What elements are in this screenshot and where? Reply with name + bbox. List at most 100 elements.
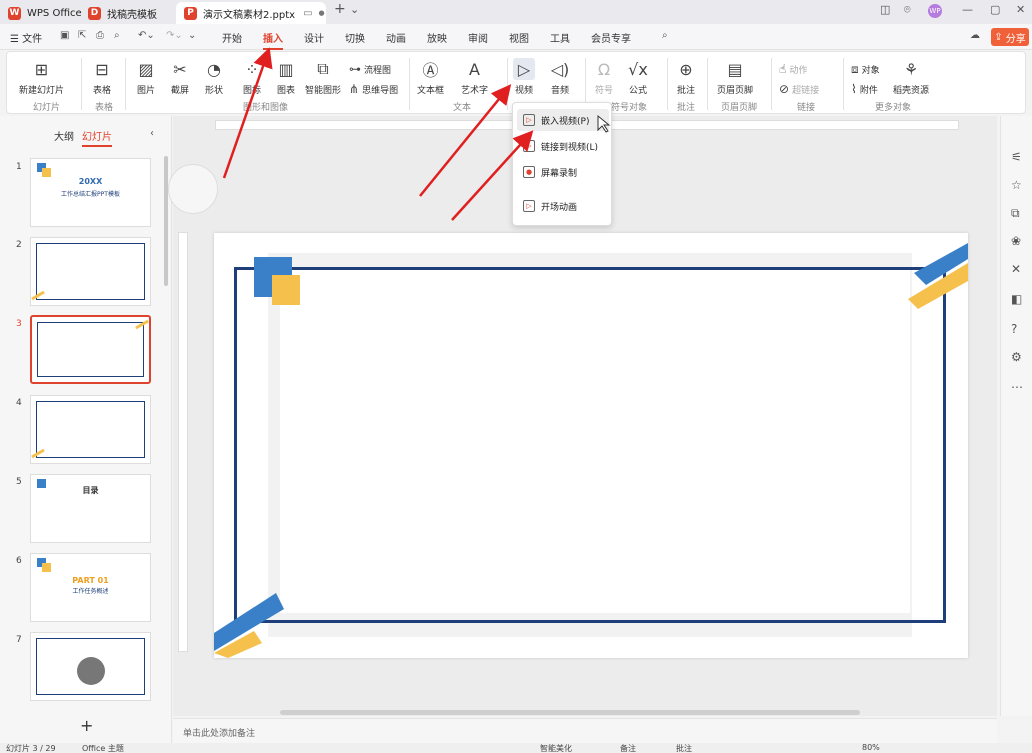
chart-button[interactable]: ▥ 图表 — [275, 58, 297, 97]
skin-icon[interactable]: ⌾ — [904, 3, 911, 17]
smart-art-icon: ⧉ — [317, 59, 329, 78]
embed-video-label: 嵌入视频(P) — [541, 116, 590, 127]
chevron-down-icon[interactable]: ⌄ — [350, 3, 359, 16]
slide-canvas[interactable] — [214, 233, 968, 658]
close-icon[interactable]: ✕ — [1016, 3, 1025, 16]
theme-name[interactable]: Office 主题 — [82, 743, 124, 753]
picture-button[interactable]: ▨ 图片 — [135, 58, 157, 97]
layout-panel-icon[interactable]: ◧ — [1011, 292, 1022, 306]
save-icon[interactable]: ▣ — [60, 30, 69, 41]
header-footer-label: 页眉页脚 — [717, 86, 754, 96]
print-icon[interactable]: ⎙ — [96, 30, 104, 41]
object-button[interactable]: ⧈ 对象 — [851, 62, 880, 77]
horizontal-scrollbar[interactable] — [280, 710, 860, 715]
shape-button[interactable]: ◔ 形状 — [203, 58, 225, 97]
action-button[interactable]: ☝ 动作 — [779, 62, 807, 76]
header-footer-button[interactable]: ▤ 页眉页脚 — [717, 58, 754, 97]
slide-thumbnail-selected[interactable] — [30, 315, 151, 384]
zoom-level[interactable]: 80% — [862, 743, 880, 752]
maximize-icon[interactable]: ▢ — [990, 3, 1000, 16]
help-icon[interactable]: ? — [1011, 322, 1017, 336]
menu-view[interactable]: 视图 — [509, 30, 529, 45]
robot-icon[interactable]: ⚙ — [1011, 350, 1022, 364]
menu-tools[interactable]: 工具 — [550, 30, 570, 45]
flowchart-button[interactable]: ⊶ 流程图 — [349, 62, 391, 76]
slide-thumbnail[interactable]: PART 01 工作任务概述 — [30, 553, 151, 622]
video-label: 视频 — [514, 86, 533, 96]
star-icon[interactable]: ☆ — [1011, 178, 1022, 192]
video-dropdown-menu: ▷ 嵌入视频(P) ▷ 链接到视频(L) ● 屏幕录制 ▷ 开场动画 — [512, 102, 612, 226]
new-slide-button[interactable]: ⊞ 新建幻灯片 — [19, 58, 65, 97]
file-menu[interactable]: ☰ 文件 — [10, 30, 42, 45]
menu-design[interactable]: 设计 — [304, 30, 324, 45]
divider — [409, 58, 410, 110]
slide-thumbnail[interactable] — [30, 237, 151, 306]
scrollbar[interactable] — [164, 156, 168, 286]
undo-icon[interactable]: ↶⌄ — [138, 30, 155, 41]
menu-animation[interactable]: 动画 — [386, 30, 406, 45]
new-tab-button[interactable]: + — [334, 1, 346, 17]
layout-icon[interactable]: ◫ — [880, 3, 890, 16]
screen-record-item[interactable]: ● 屏幕录制 — [517, 161, 609, 183]
link-video-item[interactable]: ▷ 链接到视频(L) — [517, 135, 609, 157]
symbol-button[interactable]: Ω 符号 — [593, 58, 615, 97]
minimize-icon[interactable]: — — [962, 3, 973, 16]
window-icon[interactable]: ▭ — [303, 8, 312, 19]
slide-number: 3 — [16, 319, 22, 329]
smart-beautify-button[interactable]: 智能美化 — [540, 743, 572, 753]
embed-video-item[interactable]: ▷ 嵌入视频(P) — [517, 109, 609, 131]
icon-button[interactable]: ⁘ 图标 — [241, 58, 263, 97]
add-slide-button[interactable]: + — [80, 716, 93, 735]
smart-art-button[interactable]: ⧉ 智能图形 — [305, 58, 341, 96]
slide-thumbnail[interactable] — [30, 395, 151, 464]
tab-wps-office[interactable]: W WPS Office — [8, 2, 82, 24]
collapse-panel-icon[interactable]: ‹ — [150, 128, 154, 139]
tab-slides[interactable]: 幻灯片 — [82, 128, 112, 147]
share-button[interactable]: ⇪ 分享 — [991, 28, 1029, 46]
menu-review[interactable]: 审阅 — [468, 30, 488, 45]
redo-icon[interactable]: ↷⌄ — [166, 30, 183, 41]
video-button[interactable]: ▷ 视频 — [513, 58, 535, 96]
audio-button[interactable]: ◁) 音频 — [549, 58, 571, 97]
menu-transition[interactable]: 切换 — [345, 30, 365, 45]
slide-thumbnail[interactable] — [30, 632, 151, 701]
animation-icon[interactable]: ❀ — [1011, 234, 1021, 248]
settings-sliders-icon[interactable]: ⚟ — [1011, 150, 1022, 164]
menu-slideshow[interactable]: 放映 — [427, 30, 447, 45]
table-button[interactable]: ⊟ 表格 — [91, 58, 113, 97]
tools-icon[interactable]: ✕ — [1011, 262, 1021, 276]
menu-insert[interactable]: 插入 — [263, 30, 283, 50]
tab-template[interactable]: D 找稿壳模板 — [88, 2, 174, 24]
wordart-button[interactable]: A 艺术字 — [461, 58, 488, 97]
hyperlink-button[interactable]: ⊘ 超链接 — [779, 82, 819, 96]
notes-pane[interactable]: 单击此处添加备注 — [173, 718, 997, 743]
tab-document[interactable]: P 演示文稿素材2.pptx ▭ ● — [176, 2, 326, 24]
formula-button[interactable]: √x 公式 — [627, 58, 649, 97]
collab-icon[interactable]: ☁ — [970, 30, 980, 41]
more-chevron-icon[interactable]: ⌄ — [188, 30, 196, 41]
tab-outline[interactable]: 大纲 — [54, 128, 74, 143]
more-icon[interactable]: ⋯ — [1011, 380, 1023, 394]
export-icon[interactable]: ⇱ — [78, 30, 86, 41]
preview-icon[interactable]: ⌕ — [114, 30, 120, 41]
divider — [667, 58, 668, 110]
comment-button[interactable]: ⊕ 批注 — [675, 58, 697, 97]
search-icon[interactable]: ⌕ — [662, 30, 668, 41]
mindmap-button[interactable]: ⋔ 思维导图 — [349, 82, 398, 96]
group-graphics: 图形和图像 — [243, 103, 289, 113]
action-label: 动作 — [789, 65, 808, 76]
slide-thumbnail[interactable]: 目录 — [30, 474, 151, 543]
notes-button[interactable]: 备注 — [620, 743, 636, 753]
menu-home[interactable]: 开始 — [222, 30, 242, 45]
comments-button[interactable]: 批注 — [676, 743, 692, 753]
slide-thumbnail[interactable]: 20XX 工作总结汇报PPT模板 — [30, 158, 151, 227]
new-slide-label: 新建幻灯片 — [19, 86, 65, 96]
copy-icon[interactable]: ⧉ — [1011, 206, 1020, 221]
attachment-button[interactable]: ⌇ 附件 — [851, 82, 878, 96]
resources-button[interactable]: ⚘ 稻壳资源 — [893, 58, 929, 97]
menu-member[interactable]: 会员专享 — [591, 30, 631, 45]
avatar[interactable]: WP — [928, 4, 942, 18]
opening-animation-item[interactable]: ▷ 开场动画 — [517, 195, 609, 217]
textbox-button[interactable]: Ⓐ 文本框 — [417, 58, 444, 96]
screenshot-button[interactable]: ✂ 截屏 — [169, 58, 191, 97]
